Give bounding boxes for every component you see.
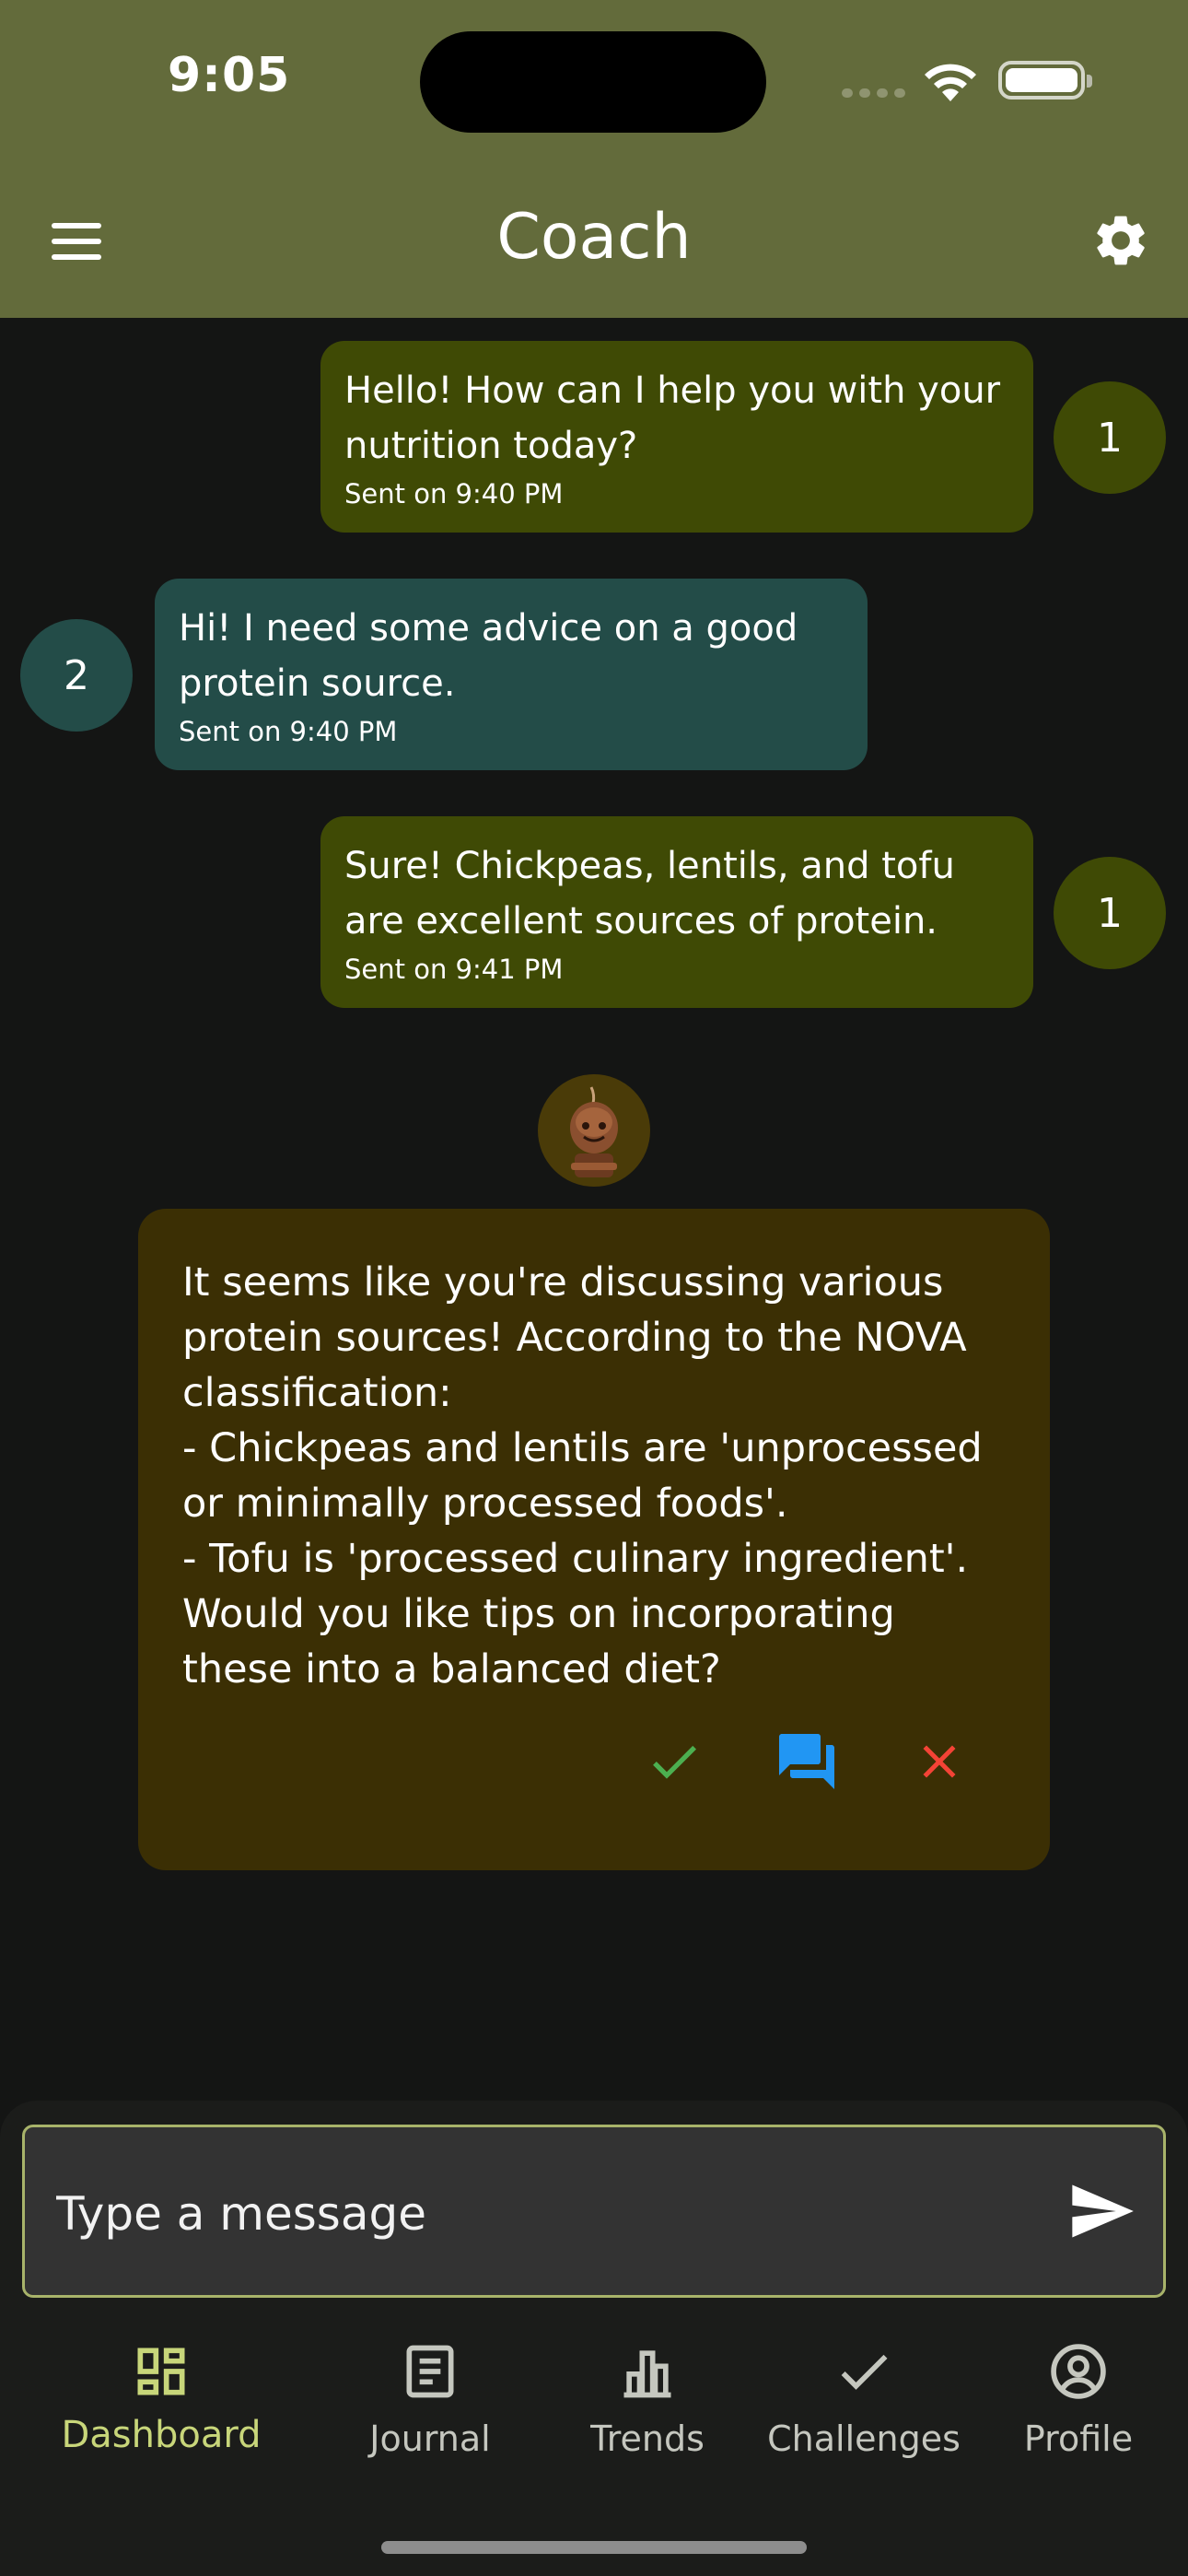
close-icon <box>923 1745 956 1778</box>
bot-character-icon <box>570 1086 618 1177</box>
avatar: 1 <box>1054 857 1166 969</box>
chat-bubbles-icon <box>779 1734 834 1789</box>
check-icon <box>653 1745 696 1779</box>
message-timestamp: Sent on 9:40 PM <box>344 478 564 509</box>
avatar: 2 <box>20 619 133 732</box>
dashboard-icon <box>137 2348 185 2395</box>
home-indicator[interactable] <box>381 2541 807 2554</box>
avatar: 1 <box>1054 381 1166 494</box>
battery-icon <box>998 61 1092 100</box>
nav-item-dashboard[interactable]: Dashboard <box>55 2340 267 2469</box>
nav-label: Journal <box>369 2418 491 2459</box>
message-timestamp: Sent on 9:40 PM <box>179 716 398 747</box>
nav-label: Profile <box>1023 2418 1134 2459</box>
suggestion-text: It seems like you're discussing various … <box>182 1259 983 1692</box>
message-bubble-coach: Sure! Chickpeas, lentils, and tofu are e… <box>320 816 1033 1008</box>
bar-chart-icon <box>623 2350 671 2398</box>
nav-item-challenges[interactable]: Challenges <box>766 2340 961 2469</box>
reject-button[interactable] <box>903 1725 976 1798</box>
assistant-avatar <box>538 1074 650 1187</box>
nav-item-journal[interactable]: Journal <box>341 2340 519 2469</box>
nav-item-trends[interactable]: Trends <box>562 2340 733 2469</box>
message-text: Hello! How can I help you with your nutr… <box>344 369 1001 467</box>
send-icon[interactable] <box>1066 2176 1136 2246</box>
message-input-field[interactable] <box>22 2125 1166 2298</box>
profile-icon <box>1051 2344 1106 2399</box>
nav-item-profile[interactable]: Profile <box>1000 2340 1157 2469</box>
accept-button[interactable] <box>637 1725 711 1798</box>
wifi-icon <box>925 64 976 101</box>
nav-label: Challenges <box>767 2418 961 2459</box>
page-title: Coach <box>496 201 692 274</box>
journal-icon <box>406 2345 454 2398</box>
message-text: Hi! I need some advice on a good protein… <box>179 607 798 705</box>
app-header: 9:05 Coach <box>0 0 1188 318</box>
message-bubble-coach: Hello! How can I help you with your nutr… <box>320 341 1033 533</box>
gear-icon[interactable] <box>1090 210 1151 271</box>
cellular-signal-icon <box>842 88 906 98</box>
dynamic-island <box>420 31 766 133</box>
message-timestamp: Sent on 9:41 PM <box>344 954 564 985</box>
nav-label: Trends <box>590 2418 705 2459</box>
status-time: 9:05 <box>168 48 291 103</box>
check-icon <box>841 2354 888 2390</box>
message-input[interactable] <box>56 2179 1051 2249</box>
coach-screen: 9:05 Coach Hello! How can I help you wit… <box>0 0 1188 2576</box>
nav-label: Dashboard <box>61 2414 262 2456</box>
message-text: Sure! Chickpeas, lentils, and tofu are e… <box>344 845 955 943</box>
discuss-button[interactable] <box>770 1725 844 1798</box>
message-bubble-user: Hi! I need some advice on a good protein… <box>155 579 868 770</box>
